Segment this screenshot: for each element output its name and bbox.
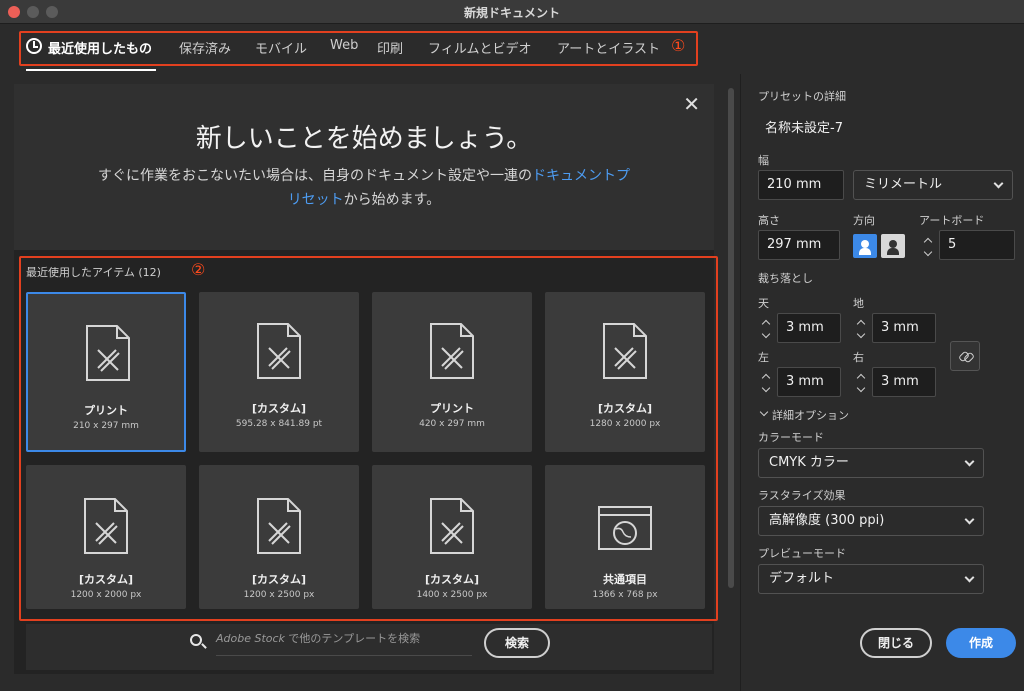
recent-item-name: [カスタム] <box>251 402 307 415</box>
recent-item-size: 1280 x 2000 px <box>589 419 661 429</box>
bleed-left-stepper[interactable] <box>758 368 776 398</box>
bleed-left-input[interactable]: 3 mm <box>777 367 841 397</box>
color-mode-select[interactable]: CMYK カラー <box>758 448 984 478</box>
artboards-label: アートボード <box>919 214 985 227</box>
link-bleed-icon[interactable] <box>950 341 980 371</box>
preset-details-label: プリセットの詳細 <box>758 90 846 103</box>
recent-item-card[interactable]: プリント 210 x 297 mm <box>26 292 186 452</box>
welcome-text: すぐに作業をおこないたい場合は、自身のドキュメント設定や一連のドキュメントプリセ… <box>94 164 634 212</box>
scrollbar-thumb[interactable] <box>728 88 734 588</box>
chevron-down-icon <box>993 178 1004 189</box>
recent-item-name: プリント <box>430 402 474 415</box>
window-title: 新規ドキュメント <box>463 6 560 20</box>
color-mode-label: カラーモード <box>758 431 824 444</box>
bleed-label: 裁ち落とし <box>758 272 813 285</box>
recent-item-card[interactable]: プリント 420 x 297 mm <box>372 292 532 452</box>
bleed-bottom-label: 地 <box>853 297 864 310</box>
annotation-box-tabs <box>19 31 698 66</box>
bleed-right-label: 右 <box>853 351 864 364</box>
advanced-options-toggle[interactable]: 詳細オプション <box>772 407 849 423</box>
width-input[interactable]: 210 mm <box>758 170 844 200</box>
landscape-orientation-button[interactable] <box>881 234 905 258</box>
annotation-marker-2: ② <box>191 260 206 279</box>
recent-items-label: 最近使用したアイテム (12) <box>26 266 161 279</box>
recent-item-name: [カスタム] <box>251 573 307 586</box>
document-icon <box>256 497 302 555</box>
recent-item-size: 1400 x 2500 px <box>416 590 488 600</box>
orientation-label: 方向 <box>853 214 875 227</box>
color-mode-value: CMYK カラー <box>769 455 849 470</box>
recent-item-card[interactable]: [カスタム] 1200 x 2500 px <box>199 465 359 609</box>
recent-item-card[interactable]: [カスタム] 1280 x 2000 px <box>545 292 705 452</box>
welcome-banner: ✕ 新しいことを始めましょう。 すぐに作業をおこないたい場合は、自身のドキュメン… <box>14 84 714 250</box>
width-label: 幅 <box>758 154 769 167</box>
height-label: 高さ <box>758 214 780 227</box>
raster-effects-label: ラスタライズ効果 <box>758 489 846 502</box>
document-icon <box>429 322 475 380</box>
recent-item-name: 共通項目 <box>603 573 647 586</box>
bleed-left-label: 左 <box>758 351 769 364</box>
bleed-right-stepper[interactable] <box>853 368 871 398</box>
recent-item-size: 420 x 297 mm <box>419 419 485 429</box>
close-banner-icon[interactable]: ✕ <box>683 92 700 116</box>
raster-effects-select[interactable]: 高解像度 (300 ppi) <box>758 506 984 536</box>
web-document-icon <box>597 505 653 563</box>
document-name-field[interactable]: 名称未設定-7 <box>765 117 843 136</box>
artboards-input[interactable]: 5 <box>939 230 1015 260</box>
chevron-down-icon <box>964 456 975 467</box>
recent-item-name: [カスタム] <box>597 402 653 415</box>
recent-item-name: [カスタム] <box>78 573 134 586</box>
bleed-right-input[interactable]: 3 mm <box>872 367 936 397</box>
bleed-top-label: 天 <box>758 297 769 310</box>
bleed-top-input[interactable]: 3 mm <box>777 313 841 343</box>
document-icon <box>85 324 131 382</box>
bleed-bottom-input[interactable]: 3 mm <box>872 313 936 343</box>
portrait-icon <box>861 240 869 248</box>
recent-item-size: 595.28 x 841.89 pt <box>235 419 323 429</box>
document-icon <box>256 322 302 380</box>
search-icon <box>190 634 202 646</box>
create-button[interactable]: 作成 <box>946 628 1016 658</box>
recent-item-size: 1366 x 768 px <box>592 590 658 600</box>
raster-effects-value: 高解像度 (300 ppi) <box>769 513 885 528</box>
active-tab-underline <box>26 69 156 71</box>
landscape-icon <box>889 240 897 248</box>
recent-item-size: 1200 x 2000 px <box>70 590 142 600</box>
recent-item-name: [カスタム] <box>424 573 480 586</box>
recent-item-card[interactable]: 共通項目 1366 x 768 px <box>545 465 705 609</box>
bleed-top-stepper[interactable] <box>758 314 776 344</box>
chevron-down-icon <box>964 572 975 583</box>
search-placeholder-brand: Adobe Stock <box>216 632 285 645</box>
recent-item-name: プリント <box>84 404 128 417</box>
landscape-icon-body <box>887 248 899 255</box>
height-input[interactable]: 297 mm <box>758 230 840 260</box>
portrait-orientation-button[interactable] <box>853 234 877 258</box>
title-bar: 新規ドキュメント <box>0 0 1024 24</box>
recent-item-size: 210 x 297 mm <box>73 421 139 431</box>
document-icon <box>429 497 475 555</box>
recent-item-size: 1200 x 2500 px <box>243 590 315 600</box>
welcome-text-start: すぐに作業をおこないたい場合は、自身のドキュメント設定や一連の <box>98 168 532 184</box>
unit-value: ミリメートル <box>864 177 943 192</box>
unit-select[interactable]: ミリメートル <box>853 170 1013 200</box>
recent-item-card[interactable]: [カスタム] 595.28 x 841.89 pt <box>199 292 359 452</box>
search-placeholder-text: で他のテンプレートを検索 <box>284 632 421 645</box>
annotation-marker-1: ① <box>671 36 686 55</box>
chevron-down-icon <box>964 514 975 525</box>
welcome-text-end: から始めます。 <box>343 192 441 208</box>
welcome-title: 新しいことを始めましょう。 <box>195 124 533 154</box>
preview-mode-select[interactable]: デフォルト <box>758 564 984 594</box>
preview-mode-value: デフォルト <box>769 571 835 586</box>
document-icon <box>602 322 648 380</box>
preview-mode-label: プレビューモード <box>758 547 846 560</box>
template-search-input[interactable]: Adobe Stock で他のテンプレートを検索 <box>216 630 472 656</box>
portrait-icon-body <box>859 248 871 255</box>
recent-item-card[interactable]: [カスタム] 1400 x 2500 px <box>372 465 532 609</box>
bleed-bottom-stepper[interactable] <box>853 314 871 344</box>
document-icon <box>83 497 129 555</box>
recent-item-card[interactable]: [カスタム] 1200 x 2000 px <box>26 465 186 609</box>
close-button[interactable]: 閉じる <box>860 628 932 658</box>
artboards-stepper[interactable] <box>920 232 938 262</box>
search-button[interactable]: 検索 <box>484 628 550 658</box>
